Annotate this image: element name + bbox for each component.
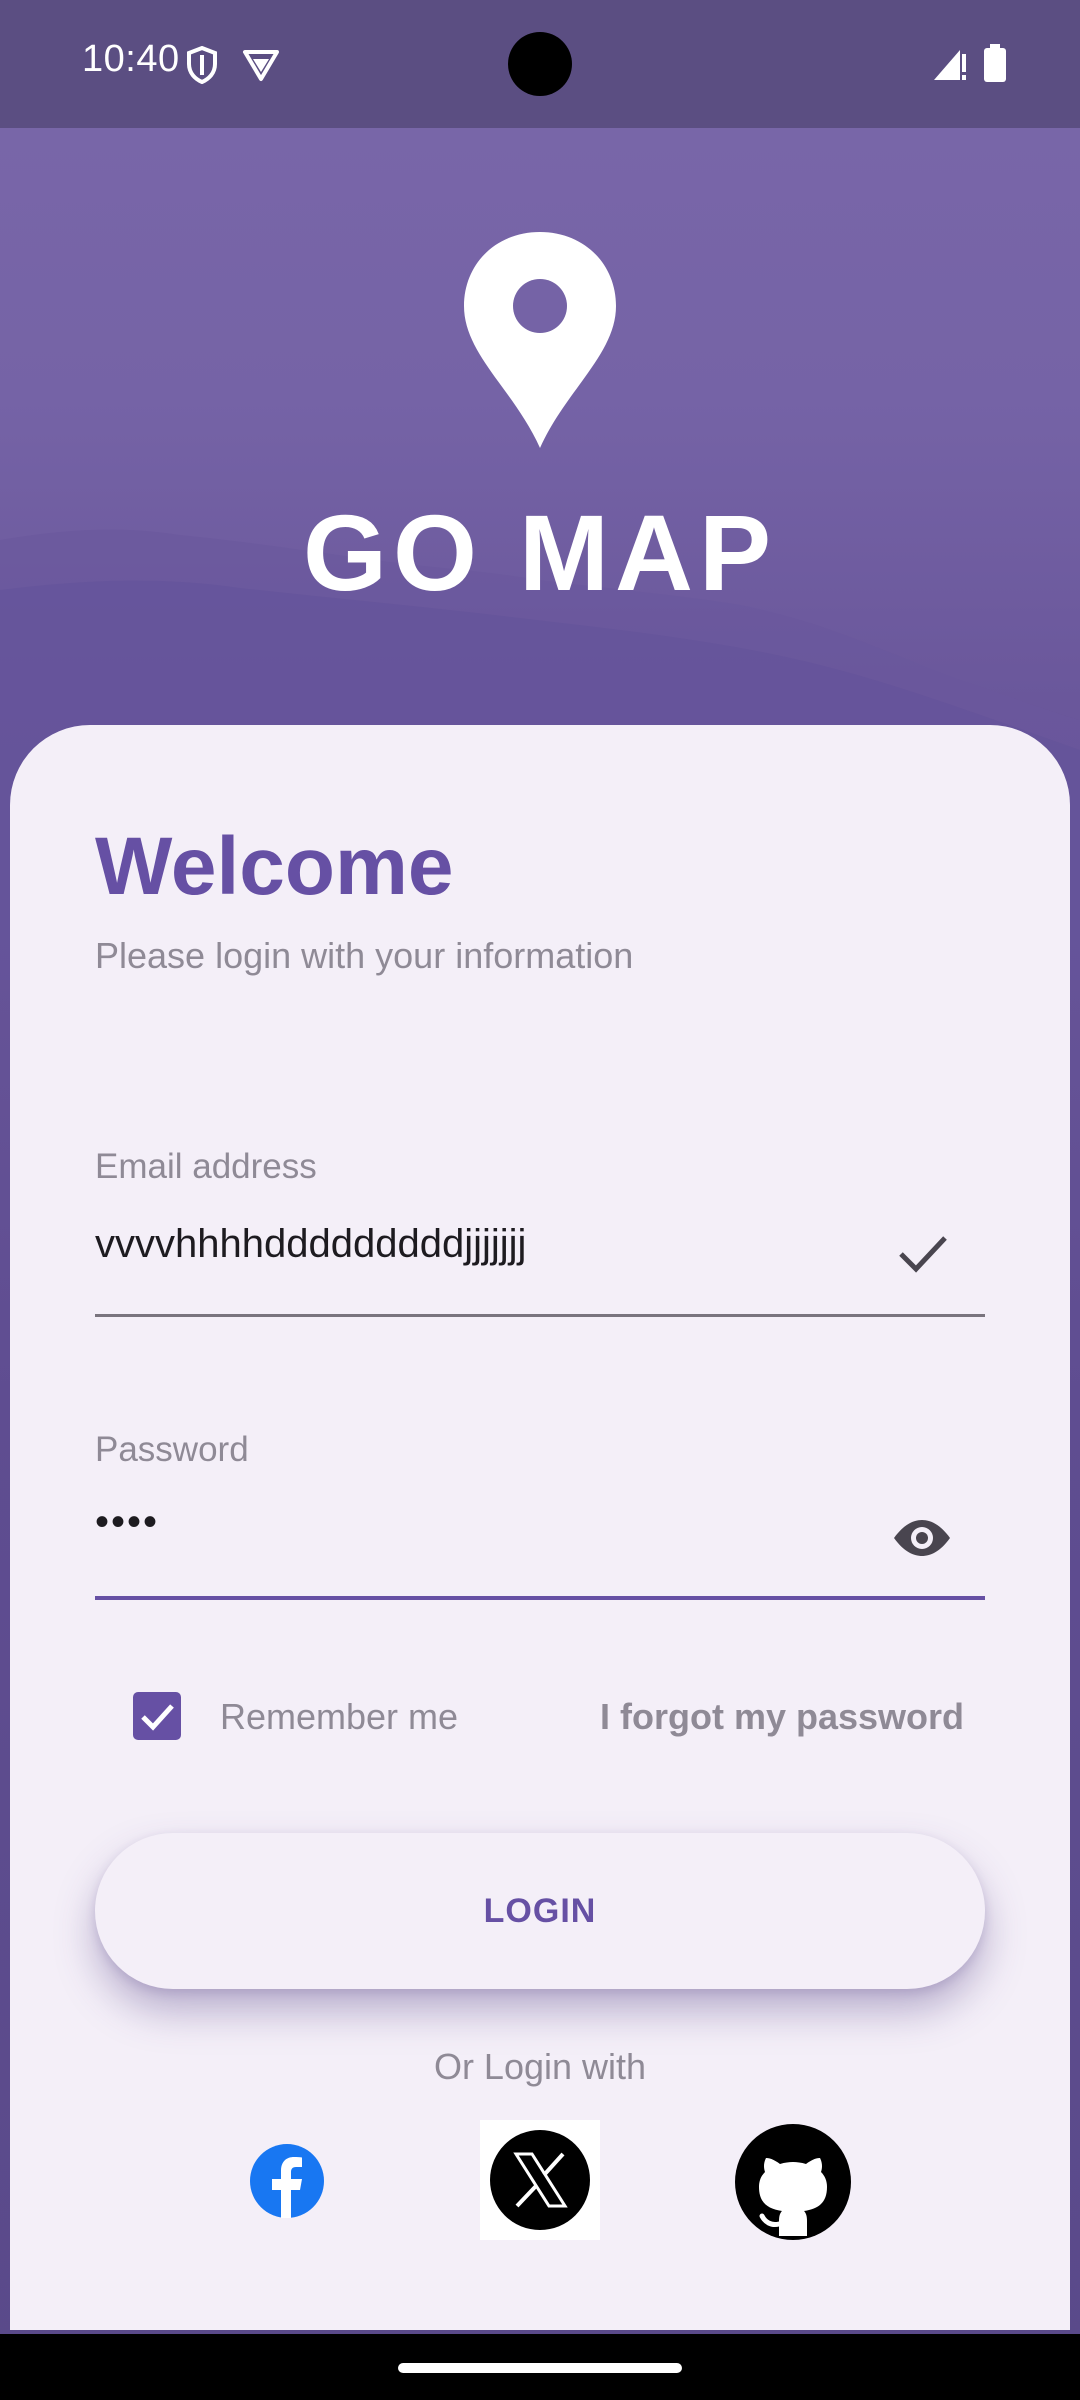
check-icon <box>899 1236 947 1273</box>
home-indicator[interactable] <box>398 2363 682 2373</box>
x-icon <box>490 2130 590 2230</box>
status-bar: 10:40 <box>0 0 1080 128</box>
app-title: GO MAP <box>302 492 777 613</box>
vpn-icon <box>243 50 279 81</box>
login-button[interactable]: LOGIN <box>95 1833 985 1989</box>
status-time: 10:40 <box>82 38 180 80</box>
signal-icon <box>934 50 966 80</box>
password-input[interactable]: •••• <box>95 1500 159 1545</box>
camera-cutout <box>508 32 572 96</box>
welcome-heading: Welcome <box>95 821 454 912</box>
or-login-with-label: Or Login with <box>433 2046 647 2087</box>
forgot-password-link[interactable]: I forgot my password <box>600 1696 964 1738</box>
battery-icon <box>984 44 1006 82</box>
shield-icon <box>187 46 217 84</box>
welcome-subtitle: Please login with your information <box>95 935 634 976</box>
map-pin-icon <box>464 232 616 448</box>
x-login-button[interactable] <box>480 2120 600 2240</box>
password-underline <box>95 1596 985 1600</box>
email-input[interactable]: vvvvhhhhdddddddddjjjjjjj <box>95 1222 526 1267</box>
facebook-icon[interactable] <box>250 2144 324 2218</box>
remember-me-label[interactable]: Remember me <box>220 1696 458 1738</box>
eye-icon[interactable] <box>892 1518 952 1558</box>
github-icon[interactable] <box>735 2124 851 2240</box>
remember-me-checkbox[interactable] <box>133 1692 181 1740</box>
email-label: Email address <box>95 1147 317 1186</box>
checkmark-icon <box>141 1704 174 1731</box>
email-underline <box>95 1314 985 1317</box>
password-label: Password <box>95 1430 249 1469</box>
